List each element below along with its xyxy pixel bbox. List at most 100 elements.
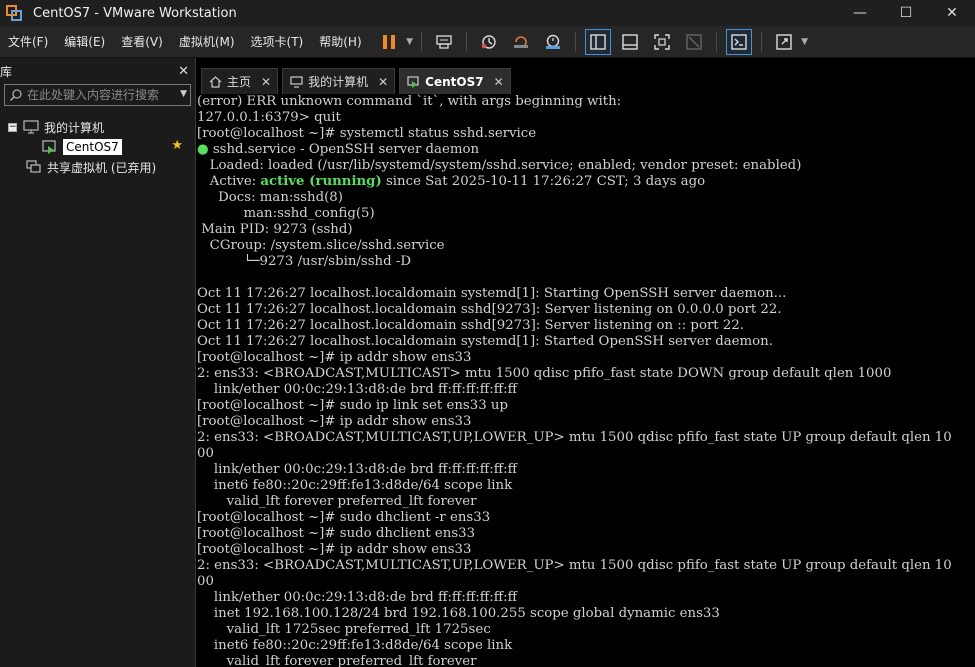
tree-label-my-computer: 我的计算机 [44, 120, 105, 135]
tab-bar: 主页 ✕ 我的计算机 ✕ CentOS7 ✕ [197, 66, 975, 94]
toolbar-divider [715, 31, 717, 52]
service-name: sshd.service - OpenSSH server daemon [208, 142, 480, 157]
show-library-button[interactable] [584, 28, 611, 55]
vm-running-icon [42, 140, 58, 154]
terminal-line: link/ether 00:0c:29:13:d8:de brd ff:ff:f… [197, 590, 518, 605]
window-controls: — ☐ ✕ [837, 0, 975, 26]
home-icon [208, 75, 222, 88]
fullscreen-button[interactable] [649, 29, 675, 55]
tab-label-home: 主页 [227, 75, 252, 89]
search-dropdown-icon[interactable]: ▼ [180, 89, 187, 99]
library-panel: 库 ✕ ▼ − 我的计算机 CentOS7 ★ 共享虚拟机 (已弃用) [0, 58, 196, 667]
fullscreen-icon [653, 33, 670, 50]
terminal-line: 2: ens33: <BROADCAST,MULTICAST,UP,LOWER_… [197, 430, 952, 445]
menu-tabs[interactable]: 选项卡(T) [243, 26, 312, 58]
pause-button[interactable] [376, 29, 402, 55]
terminal-line: Oct 11 17:26:27 localhost.localdomain sy… [197, 286, 787, 301]
tree-item-centos7[interactable]: CentOS7 [42, 138, 122, 156]
terminal-line-active: Active: active (running) since Sat 2025-… [197, 174, 975, 190]
terminal-line-service: ● sshd.service - OpenSSH server daemon [197, 142, 975, 158]
library-search-box: ▼ [4, 84, 191, 106]
take-snapshot-button[interactable] [476, 29, 502, 55]
tree-item-my-computer[interactable]: − 我的计算机 [8, 118, 104, 136]
send-ctrl-alt-del-button[interactable] [431, 29, 457, 55]
terminal-line: [root@localhost ~]# ip addr show ens33 [197, 542, 472, 557]
snapshot-icon [481, 34, 496, 49]
window-title: CentOS7 - VMware Workstation [33, 5, 237, 21]
pause-icon [382, 34, 395, 49]
computer-icon [289, 75, 303, 88]
console-view-button[interactable] [725, 28, 752, 55]
shared-vms-icon [26, 160, 42, 174]
terminal-line: link/ether 00:0c:29:13:d8:de brd ff:ff:f… [197, 382, 518, 397]
service-status-dot-icon: ● [197, 142, 209, 157]
toolbar-divider [760, 31, 762, 52]
single-window-icon [621, 33, 638, 50]
menu-file[interactable]: 文件(F) [0, 26, 56, 58]
favorite-star-icon[interactable]: ★ [171, 138, 183, 153]
vm-console[interactable]: (error) ERR unknown command `it`, with a… [197, 94, 975, 667]
terminal-line: (error) ERR unknown command `it`, with a… [197, 94, 622, 109]
menu-vm[interactable]: 虚拟机(M) [171, 26, 243, 58]
terminal-line: Main PID: 9273 (sshd) [197, 222, 353, 237]
close-window-button[interactable]: ✕ [929, 0, 975, 26]
tree-label-shared-vms: 共享虚拟机 (已弃用) [47, 160, 157, 175]
vmware-logo-icon [5, 4, 23, 22]
terminal-line: man:sshd_config(5) [197, 206, 375, 221]
terminal-line: Oct 11 17:26:27 localhost.localdomain ss… [197, 318, 745, 333]
terminal-line: 00 [197, 446, 214, 461]
tree-label-centos7: CentOS7 [63, 139, 122, 155]
tab-close-my-computer[interactable]: ✕ [378, 75, 388, 89]
tab-close-home[interactable]: ✕ [261, 75, 271, 89]
console-icon [730, 33, 747, 50]
terminal-line: valid_lft forever preferred_lft forever [197, 654, 477, 667]
tab-centos7[interactable]: CentOS7 ✕ [399, 68, 511, 94]
stretch-dropdown-icon[interactable]: ▼ [800, 29, 810, 55]
computer-icon [23, 120, 39, 134]
library-view-icon [589, 33, 606, 50]
library-search-input[interactable] [27, 88, 175, 102]
menu-edit[interactable]: 编辑(E) [56, 26, 113, 58]
collapse-toggle-icon[interactable]: − [8, 122, 17, 132]
menu-view[interactable]: 查看(V) [113, 26, 171, 58]
send-keys-icon [435, 34, 452, 49]
toolbar-divider [420, 31, 422, 52]
menu-help[interactable]: 帮助(H) [311, 26, 369, 58]
stretch-guest-button[interactable] [771, 29, 797, 55]
minimize-button[interactable]: — [837, 0, 883, 26]
menu-toolbar: 文件(F) 编辑(E) 查看(V) 虚拟机(M) 选项卡(T) 帮助(H) ▼ … [0, 26, 975, 58]
terminal-line: Loaded: loaded (/usr/lib/systemd/system/… [197, 158, 802, 173]
terminal-line: Oct 11 17:26:27 localhost.localdomain ss… [197, 302, 782, 317]
maximize-button[interactable]: ☐ [883, 0, 929, 26]
tab-close-centos7[interactable]: ✕ [494, 75, 504, 89]
stretch-icon [775, 33, 792, 50]
tab-my-computer[interactable]: 我的计算机 ✕ [282, 68, 396, 94]
library-close-button[interactable]: ✕ [178, 64, 189, 79]
library-header: 库 ✕ [0, 58, 195, 84]
terminal-line: Docs: man:sshd(8) [197, 190, 343, 205]
active-suffix: since Sat 2025-10-11 17:26:27 CST; 3 day… [381, 174, 706, 189]
active-status: active (running) [260, 174, 382, 189]
library-title: 库 [0, 64, 13, 79]
terminal-line: valid_lft 1725sec preferred_lft 1725sec [197, 622, 491, 637]
tab-label-centos7: CentOS7 [425, 74, 484, 89]
terminal-line: inet 192.168.100.128/24 brd 192.168.100.… [197, 606, 720, 621]
terminal-line: └─9273 /usr/sbin/sshd -D [197, 254, 412, 269]
snapshot-manager-button[interactable] [540, 29, 566, 55]
unity-button[interactable] [681, 29, 707, 55]
thumbnail-bar-button[interactable] [617, 29, 643, 55]
revert-snapshot-icon [513, 35, 528, 48]
terminal-line: inet6 fe80::20c:29ff:fe13:d8de/64 scope … [197, 638, 513, 653]
terminal-line: [root@localhost ~]# sudo dhclient -r ens… [197, 510, 491, 525]
snapshot-manager-icon [545, 34, 560, 49]
revert-snapshot-button[interactable] [508, 29, 534, 55]
tree-item-shared-vms[interactable]: 共享虚拟机 (已弃用) [26, 158, 156, 176]
terminal-line: CGroup: /system.slice/sshd.service [197, 238, 445, 253]
terminal-line: link/ether 00:0c:29:13:d8:de brd ff:ff:f… [197, 462, 518, 477]
terminal-line: 00 [197, 574, 214, 589]
terminal-line: [root@localhost ~]# systemctl status ssh… [197, 126, 537, 141]
power-dropdown-icon[interactable]: ▼ [405, 29, 415, 55]
toolbar-divider [465, 31, 467, 52]
unity-icon [685, 33, 702, 50]
tab-home[interactable]: 主页 ✕ [201, 68, 279, 94]
